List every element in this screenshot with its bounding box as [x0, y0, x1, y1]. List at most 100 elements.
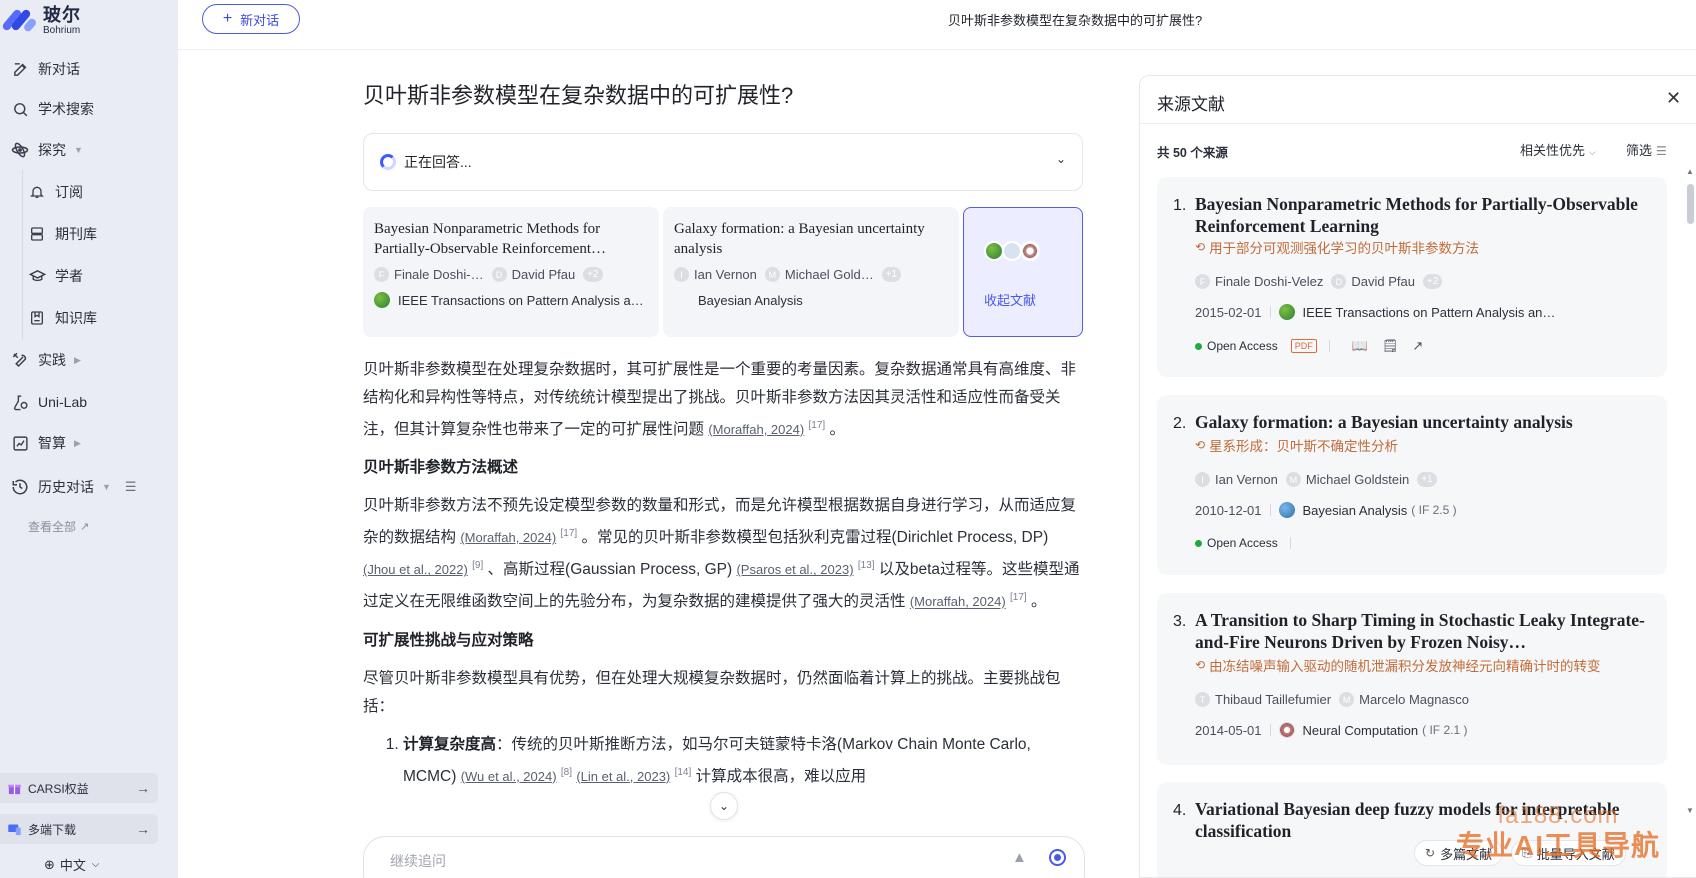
- carsi-benefits-button[interactable]: CARSI权益 →: [0, 773, 158, 803]
- citation-link[interactable]: (Moraffah, 2024): [910, 595, 1006, 610]
- sidebar-item-academic-search[interactable]: 学术搜索: [10, 94, 168, 124]
- read-book-icon[interactable]: 📖: [1352, 338, 1368, 354]
- citation-number[interactable]: [8]: [561, 767, 572, 778]
- sidebar-item-uni-lab[interactable]: Uni-Lab: [10, 387, 168, 417]
- tools-icon: [10, 350, 30, 370]
- journal-logo-icon: [984, 241, 1004, 261]
- list-menu-icon[interactable]: ☰: [125, 479, 137, 495]
- filter-button[interactable]: 筛选 ☰: [1626, 140, 1667, 159]
- answer-text: 计算成本很高，难以应用: [691, 767, 867, 785]
- sidebar-item-knowledge-base[interactable]: 知识库: [27, 303, 167, 333]
- avatar: I: [674, 267, 689, 282]
- translate-icon: ⟲: [1195, 240, 1206, 254]
- multi-platform-download-button[interactable]: 多端下载 →: [0, 814, 158, 844]
- sidebar-item-explore[interactable]: 探究 ▼: [10, 135, 168, 165]
- source-index: 2.: [1173, 415, 1187, 432]
- scroll-up-arrow-icon[interactable]: ▲: [1686, 167, 1694, 176]
- sidebar-item-subscribe[interactable]: 订阅: [27, 177, 167, 207]
- globe-icon: ⊕: [44, 856, 55, 872]
- author-name: Finale Doshi-Velez: [1215, 274, 1324, 289]
- citation-link[interactable]: (Wu et al., 2024): [461, 769, 557, 784]
- answer-text: 。常见的贝叶斯非参数模型包括狄利克雷过程(Dirichlet Process, …: [577, 529, 1049, 547]
- journal-name: Bayesian Analysis: [1302, 502, 1408, 518]
- answer-list: 计算复杂度高：传统的贝叶斯推断方法，如马尔可夫链蒙特卡洛(Markov Chai…: [363, 731, 1085, 791]
- view-all-link[interactable]: 查看全部 ↗: [28, 518, 89, 535]
- watermark-line1: fa188.com: [1497, 802, 1619, 829]
- pdf-badge[interactable]: PDF: [1290, 339, 1317, 353]
- stop-icon: [1054, 854, 1061, 861]
- journal-icon: [27, 224, 47, 244]
- sidebar-item-practice[interactable]: 实践 ▶: [10, 345, 168, 375]
- arrow-right-icon: →: [136, 780, 150, 796]
- citation-number[interactable]: [17]: [561, 528, 578, 539]
- journal-logo-icon: [1020, 241, 1040, 261]
- devices-icon: [6, 821, 22, 837]
- download-label: 多端下载: [28, 822, 77, 837]
- citation-link[interactable]: (Moraffah, 2024): [460, 530, 556, 545]
- close-icon[interactable]: ✕: [1666, 88, 1681, 109]
- answer-paragraph: 贝叶斯非参数方法不预先设定模型参数的数量和形式，而是允许模型根据数据自身进行学习…: [363, 492, 1085, 616]
- notes-icon[interactable]: 🗒: [1382, 338, 1399, 354]
- follow-up-input[interactable]: [390, 853, 950, 869]
- more-authors-badge: +1: [881, 267, 902, 282]
- source-actions: Open Access PDF 📖 🗒 ↗: [1195, 338, 1423, 354]
- author-name: Michael Gold…: [784, 267, 874, 282]
- sidebar-item-compute[interactable]: 智算 ▶: [10, 428, 168, 458]
- author-name: Thibaud Taillefumier: [1215, 692, 1332, 707]
- answer-text: 、高斯过程(Gaussian Process, GP): [483, 561, 737, 579]
- chevron-down-icon: ▼: [102, 482, 111, 492]
- sidebar-item-history[interactable]: 历史对话 ▼ ☰: [10, 472, 168, 502]
- top-bar: + 新对话 贝叶斯非参数模型在复杂数据中的可扩展性?: [178, 0, 1696, 50]
- scroll-to-bottom-button[interactable]: ⌄: [710, 792, 738, 820]
- carsi-label: CARSI权益: [28, 781, 89, 796]
- citation-number[interactable]: [17]: [809, 420, 826, 431]
- explore-icon: [10, 140, 30, 160]
- avatar: I: [1195, 472, 1210, 487]
- sidebar-item-journals[interactable]: 期刊库: [27, 219, 167, 249]
- citation-number[interactable]: [9]: [472, 560, 483, 571]
- citation-link[interactable]: (Psaros et al., 2023): [736, 562, 853, 577]
- sidebar-item-label: 期刊库: [55, 226, 97, 242]
- citation-link[interactable]: (Lin et al., 2023): [576, 769, 670, 784]
- avatar: T: [1195, 692, 1210, 707]
- answer-paragraph: 尽管贝叶斯非参数模型具有优势，但在处理大规模复杂数据时，仍然面临着计算上的挑战。…: [363, 669, 1061, 715]
- sources-scrollbar[interactable]: [1687, 184, 1694, 224]
- reference-journal: Bayesian Analysis: [674, 292, 948, 308]
- answer-status-panel[interactable]: 正在回答... ⌄: [363, 133, 1083, 191]
- filter-icon: ☰: [1656, 144, 1667, 158]
- source-meta: 2010-12-01 Bayesian Analysis ( IF 2.5 ): [1195, 502, 1457, 518]
- send-button[interactable]: [1049, 849, 1066, 866]
- source-item[interactable]: 1. Bayesian Nonparametric Methods for Pa…: [1157, 177, 1667, 377]
- author-name: Ian Vernon: [694, 267, 757, 282]
- sort-dropdown[interactable]: 相关性优先 ⌵: [1520, 140, 1596, 159]
- language-selector[interactable]: ⊕ 中文 ⌵: [44, 855, 100, 874]
- source-item[interactable]: 3. A Transition to Sharp Timing in Stoch…: [1157, 593, 1667, 765]
- share-icon[interactable]: ↗: [1412, 338, 1423, 354]
- citation-link[interactable]: (Moraffah, 2024): [708, 422, 804, 437]
- citation-number[interactable]: [13]: [858, 560, 875, 571]
- citation-number[interactable]: [17]: [1010, 592, 1027, 603]
- logo[interactable]: 玻尔 Bohrium: [1, 3, 81, 37]
- sidebar-item-scholars[interactable]: 学者: [27, 261, 167, 291]
- sidebar-item-new-chat[interactable]: 新对话: [10, 54, 168, 84]
- more-authors-badge: +2: [583, 267, 603, 282]
- collapse-references-button[interactable]: 收起文献: [963, 207, 1083, 337]
- new-chat-button[interactable]: + 新对话: [202, 4, 300, 34]
- reference-authors: I Ian Vernon M Michael Gold… +1: [674, 267, 948, 282]
- answer-text: 。: [825, 421, 845, 439]
- citation-number[interactable]: [14]: [675, 767, 692, 778]
- source-item[interactable]: 2. Galaxy formation: a Bayesian uncertai…: [1157, 395, 1667, 575]
- count-prefix: 共: [1157, 146, 1173, 160]
- source-meta: 2014-05-01 Neural Computation ( IF 2.1 ): [1195, 722, 1467, 738]
- source-index: 3.: [1173, 613, 1187, 630]
- format-icon[interactable]: ▲: [1012, 849, 1027, 866]
- open-access-dot: [1195, 539, 1202, 547]
- citation-link[interactable]: (Jhou et al., 2022): [363, 562, 468, 577]
- sidebar-item-label: 知识库: [55, 310, 97, 326]
- count-value: 50: [1172, 146, 1187, 160]
- impact-factor: ( IF 2.1 ): [1422, 723, 1468, 737]
- scroll-down-arrow-icon[interactable]: ▼: [1686, 806, 1694, 815]
- reference-card[interactable]: Galaxy formation: a Bayesian uncertainty…: [663, 207, 959, 337]
- reference-card[interactable]: Bayesian Nonparametric Methods for Parti…: [363, 207, 659, 337]
- translation-text: 由冻结噪声输入驱动的随机泄漏积分发放神经元向精确计时的转变: [1209, 659, 1601, 674]
